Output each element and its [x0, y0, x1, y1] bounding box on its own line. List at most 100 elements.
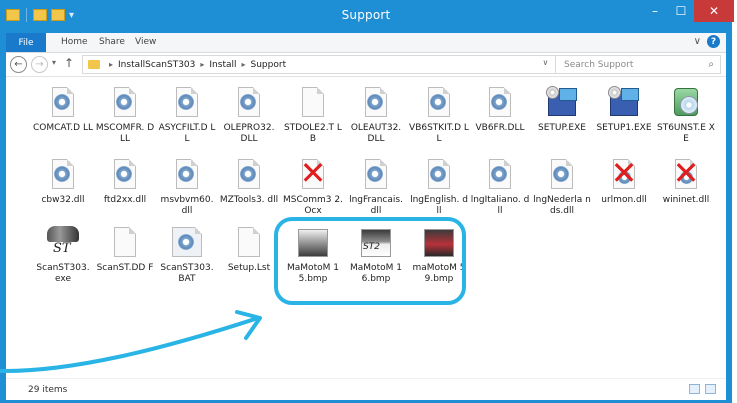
file-item[interactable]: cbw32.dll [32, 154, 94, 222]
file-name: wininet.dll [662, 195, 710, 205]
file-name: ScanST303. exe [36, 263, 90, 284]
file-name: OLEAUT32. DLL [350, 123, 402, 144]
motorcycle-st-exe-icon: ST [46, 226, 80, 260]
file-name: MaMotoM 16.bmp [350, 263, 402, 284]
dll-gear-icon [545, 158, 579, 192]
dll-gear-icon [170, 158, 204, 192]
file-item[interactable]: maMotoM 59.bmp [408, 222, 470, 290]
forward-button[interactable]: → [31, 56, 48, 73]
file-name: ftd2xx.dll [103, 195, 147, 205]
motorcycle-st2-bitmap-icon: ST2 [359, 226, 393, 260]
file-item[interactable]: ST6UNST.E XE [655, 82, 717, 150]
breadcrumb-separator-icon[interactable]: ▸ [109, 60, 113, 69]
file-item[interactable]: OLEAUT32. DLL [345, 82, 407, 150]
file-name: Setup.Lst [227, 263, 271, 273]
dll-gear-icon [359, 158, 393, 192]
file-name: SETUP.EXE [538, 123, 586, 133]
breadcrumb-item[interactable]: Support [251, 60, 287, 70]
file-item[interactable]: ✕ urlmon.dll [593, 154, 655, 222]
breadcrumb-separator-icon[interactable]: ▸ [242, 60, 246, 69]
up-arrow-icon[interactable]: ↑ [64, 56, 74, 70]
file-item[interactable]: ST ScanST303. exe [32, 222, 94, 290]
search-input[interactable]: Search Support ⌕ [555, 55, 721, 74]
dll-gear-icon [108, 86, 142, 120]
recent-locations-dropdown-icon[interactable]: ▾ [52, 58, 56, 67]
dll-gear-icon [232, 158, 266, 192]
file-name: OLEPRO32. DLL [223, 123, 275, 144]
file-name: lngFrancais. dll [349, 195, 403, 216]
file-item[interactable]: COMCAT.D LL [32, 82, 94, 150]
red-x-icon: ✕ [299, 154, 327, 192]
dll-gear-icon [422, 86, 456, 120]
file-item[interactable]: SETUP.EXE [531, 82, 593, 150]
help-icon[interactable]: ? [707, 35, 720, 48]
dll-gear-icon [359, 86, 393, 120]
file-item[interactable]: ST2 MaMotoM 16.bmp [345, 222, 407, 290]
large-icons-view-icon[interactable] [705, 384, 716, 394]
file-name: maMotoM 59.bmp [412, 263, 466, 284]
close-button[interactable]: ✕ [694, 0, 734, 22]
file-item[interactable]: ASYCFILT.D LL [156, 82, 218, 150]
tab-home[interactable]: Home [61, 37, 88, 47]
red-motorcycle-bitmap-icon [422, 226, 456, 260]
blank-file-icon [108, 226, 142, 260]
status-bar: 29 items [6, 378, 726, 400]
file-item[interactable]: VB6FR.DLL [469, 82, 531, 150]
address-bar[interactable]: ▸ InstallScanST303 ▸ Install ▸ Support ∨… [82, 55, 569, 74]
file-name: MSCOMFR. DLL [95, 123, 155, 144]
file-list-view[interactable]: COMCAT.D LL MSCOMFR. DLL ASYCFILT.D LL O… [6, 77, 726, 378]
folder-icon [88, 60, 100, 69]
file-item[interactable]: MZTools3. dll [218, 154, 280, 222]
file-name: lngEnglish. dll [410, 195, 468, 216]
tab-file[interactable]: File [6, 33, 46, 52]
file-item[interactable]: lngEnglish. dll [408, 154, 470, 222]
file-item[interactable]: lngNederla nds.dll [531, 154, 593, 222]
file-item[interactable]: ✕ wininet.dll [655, 154, 717, 222]
details-view-icon[interactable] [689, 384, 700, 394]
view-toggle [689, 384, 716, 394]
file-item[interactable]: MSCOMFR. DLL [94, 82, 156, 150]
search-placeholder: Search Support [564, 59, 634, 70]
file-item[interactable]: msvbvm60. dll [156, 154, 218, 222]
tab-view[interactable]: View [135, 37, 156, 47]
red-x-icon: ✕ [610, 154, 638, 192]
file-name: VB6FR.DLL [475, 123, 525, 133]
breadcrumb-separator-icon[interactable]: ▸ [200, 60, 204, 69]
file-item[interactable]: ftd2xx.dll [94, 154, 156, 222]
file-name: COMCAT.D LL [33, 123, 93, 133]
search-icon[interactable]: ⌕ [708, 59, 714, 70]
dll-gear-icon [483, 158, 517, 192]
file-name: cbw32.dll [41, 195, 85, 205]
motorcycle-bitmap-icon [296, 226, 330, 260]
ribbon-bar: File Home Share View ∨ ? [6, 33, 726, 53]
file-item[interactable]: SETUP1.EXE [593, 82, 655, 150]
navigation-bar: ← → ▾ ↑ ▸ InstallScanST303 ▸ Install ▸ S… [6, 53, 726, 77]
dll-gear-icon [232, 86, 266, 120]
file-name: ScanST.DD F [96, 263, 154, 273]
file-item[interactable]: ✕ MSComm3 2.Ocx [282, 154, 344, 222]
file-name: msvbvm60. dll [160, 195, 214, 216]
breadcrumb-item[interactable]: Install [209, 60, 236, 70]
breadcrumb-item[interactable]: InstallScanST303 [118, 60, 195, 70]
file-item[interactable]: MaMotoM 15.bmp [282, 222, 344, 290]
back-button[interactable]: ← [10, 56, 27, 73]
title-bar[interactable]: ▾ Support – ☐ ✕ [0, 0, 734, 33]
file-item[interactable]: ScanST.DD F [94, 222, 156, 290]
maximize-button[interactable]: ☐ [668, 0, 694, 22]
file-item[interactable]: lngItaliano. dll [469, 154, 531, 222]
tab-share[interactable]: Share [99, 37, 125, 47]
file-item[interactable]: STDOLE2.T LB [282, 82, 344, 150]
file-item[interactable]: ScanST303. BAT [156, 222, 218, 290]
file-item[interactable]: OLEPRO32. DLL [218, 82, 280, 150]
minimize-button[interactable]: – [642, 0, 668, 22]
file-name: ScanST303. BAT [160, 263, 214, 284]
window-title: Support [341, 8, 391, 22]
file-name: lngNederla nds.dll [533, 195, 591, 216]
file-name: urlmon.dll [601, 195, 647, 205]
file-item[interactable]: lngFrancais. dll [345, 154, 407, 222]
file-item[interactable]: VB6STKIT.D LL [408, 82, 470, 150]
expand-ribbon-chevron-icon[interactable]: ∨ [694, 36, 701, 47]
dll-gear-icon [170, 86, 204, 120]
file-item[interactable]: Setup.Lst [218, 222, 280, 290]
address-dropdown-icon[interactable]: ∨ [542, 58, 548, 67]
